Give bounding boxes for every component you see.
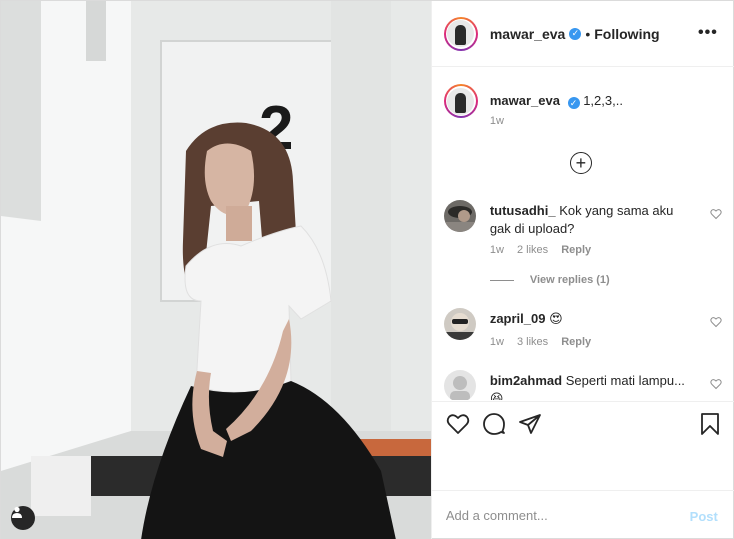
comment-text: 😍 — [549, 311, 563, 326]
comment-text-block: zapril_09 😍 — [490, 310, 690, 328]
reply-button[interactable]: Reply — [561, 336, 591, 348]
comment-timestamp[interactable]: 1w — [490, 336, 504, 348]
author-username[interactable]: mawar_eva — [490, 26, 566, 42]
reply-button[interactable]: Reply — [561, 244, 591, 256]
caption-timestamp[interactable]: 1w — [490, 115, 504, 127]
header-separator: • — [585, 25, 591, 42]
post-comment-button[interactable]: Post — [690, 509, 718, 524]
caption-username[interactable]: mawar_eva — [490, 93, 560, 108]
commenter-avatar[interactable] — [443, 308, 476, 340]
comment-like-icon[interactable] — [710, 316, 722, 328]
comment-like-icon[interactable] — [710, 378, 722, 390]
caption-avatar[interactable] — [443, 84, 478, 118]
verified-badge-icon: ✓ — [569, 27, 582, 40]
more-options-icon[interactable]: ••• — [698, 25, 718, 41]
comment-likes[interactable]: 3 likes — [517, 336, 548, 348]
save-icon[interactable] — [698, 412, 722, 436]
comments-list[interactable]: mawar_eva ✓ 1,2,3,.. 1w + tutusadhi_ Kok… — [432, 68, 734, 400]
add-comment-input[interactable] — [445, 508, 676, 523]
instagram-post: 2 mawar_eva ✓ • Following ••• mawar_eva … — [0, 0, 734, 539]
like-icon[interactable] — [446, 412, 470, 436]
verified-badge-icon: ✓ — [567, 97, 580, 109]
comment-like-icon[interactable] — [710, 208, 722, 220]
comment-meta: 1w 2 likes Reply — [490, 244, 601, 256]
view-replies-label[interactable]: View replies (1) — [530, 274, 610, 286]
comment-username[interactable]: zapril_09 — [490, 311, 546, 326]
post-caption: mawar_eva ✓ 1,2,3,.. — [443, 84, 623, 118]
share-icon[interactable] — [518, 412, 542, 436]
comment-icon[interactable] — [482, 412, 506, 436]
add-comment-form: Post — [431, 490, 734, 539]
photo-illustration: 2 — [1, 1, 431, 539]
comment-timestamp[interactable]: 1w — [490, 244, 504, 256]
view-replies-button[interactable]: View replies (1) — [489, 274, 610, 286]
post-actions-bar — [431, 401, 734, 489]
author-avatar[interactable] — [443, 16, 478, 51]
comment-text-block: tutusadhi_ Kok yang sama aku gak di uplo… — [490, 202, 690, 238]
view-replies-line — [489, 279, 514, 281]
following-button[interactable]: Following — [594, 26, 659, 42]
comment-text-block: bim2ahmad Seperti mati lampu... 😆 — [490, 372, 690, 400]
commenter-avatar[interactable] — [443, 200, 476, 232]
post-side-panel: mawar_eva ✓ • Following ••• mawar_eva ✓ … — [430, 1, 734, 539]
tag-user-icon[interactable] — [11, 506, 35, 530]
comment-likes[interactable]: 2 likes — [517, 244, 548, 256]
comment-meta: 1w 3 likes Reply — [490, 336, 601, 348]
caption-text: 1,2,3,.. — [583, 93, 623, 108]
commenter-avatar[interactable] — [443, 370, 476, 400]
comment-username[interactable]: tutusadhi_ — [490, 203, 556, 218]
post-photo[interactable]: 2 — [1, 1, 431, 539]
load-more-icon[interactable]: + — [569, 152, 592, 174]
post-header: mawar_eva ✓ • Following ••• — [431, 1, 734, 67]
comment-username[interactable]: bim2ahmad — [490, 373, 562, 388]
